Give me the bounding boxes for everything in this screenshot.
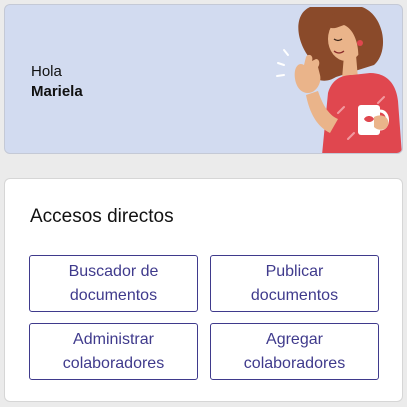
shortcuts-title: Accesos directos (30, 206, 174, 227)
search-documents-button[interactable]: Buscador de documentos (29, 255, 198, 312)
woman-waving-illustration (276, 7, 402, 153)
user-name: Mariela (31, 83, 83, 100)
manage-collaborators-button[interactable]: Administrar colaboradores (29, 323, 198, 380)
add-collaborators-button[interactable]: Agregar colaboradores (210, 323, 379, 380)
welcome-banner: Hola Mariela (4, 4, 403, 154)
greeting-hello: Hola (31, 63, 62, 80)
publish-documents-button[interactable]: Publicar documentos (210, 255, 379, 312)
shortcuts-card: Accesos directos Buscador de documentos … (4, 178, 403, 402)
greeting: Hola Mariela (31, 62, 83, 102)
home-page: Hola Mariela Accesos directos Buscador d… (0, 0, 407, 407)
